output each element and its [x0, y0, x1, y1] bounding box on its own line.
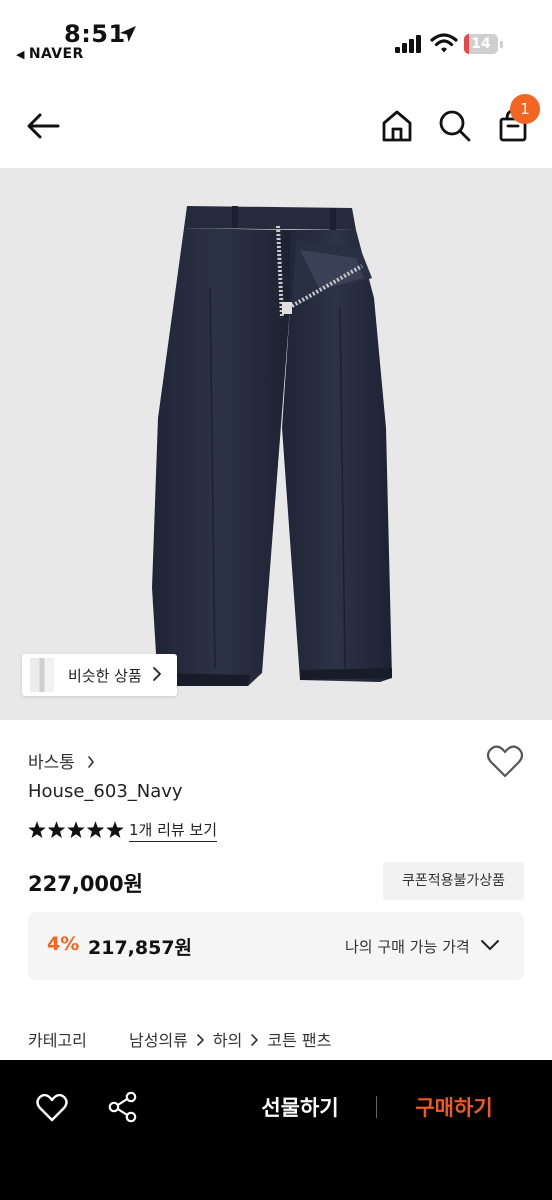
category-item[interactable]: 하의	[213, 1031, 242, 1050]
review-link[interactable]: 1개 리뷰 보기	[129, 819, 218, 842]
star-icon	[28, 821, 46, 838]
star-icon	[106, 821, 124, 838]
share-icon[interactable]	[107, 1091, 139, 1123]
chevron-down-icon	[481, 940, 499, 950]
wifi-icon	[430, 33, 458, 53]
chevron-right-icon	[88, 756, 95, 768]
back-arrow-icon[interactable]	[24, 108, 64, 144]
back-to-app-link[interactable]: ◀ NAVER	[16, 46, 84, 62]
my-price: 217,857원	[88, 937, 193, 959]
status-time: 8:51	[64, 20, 126, 48]
location-arrow-icon	[120, 26, 136, 42]
wishlist-heart-icon[interactable]	[486, 744, 524, 780]
star-icon	[47, 821, 66, 838]
pants-illustration	[152, 206, 392, 686]
similar-product-thumbnail	[30, 658, 54, 692]
bottom-action-bar: 선물하기 구매하기	[0, 1060, 552, 1200]
battery-level: 14	[471, 36, 491, 52]
chevron-right-icon	[153, 667, 161, 681]
battery-icon: 14	[464, 34, 504, 54]
my-price-dropdown[interactable]: 4% 217,857원 나의 구매 가능 가격	[28, 912, 524, 980]
my-price-label: 나의 구매 가능 가격	[345, 938, 470, 956]
buy-button[interactable]: 구매하기	[394, 1090, 514, 1126]
top-nav-bar	[0, 96, 552, 158]
home-icon[interactable]	[378, 108, 416, 144]
similar-products-label: 비슷한 상품	[68, 667, 142, 685]
status-bar: 8:51 ◀ NAVER 14	[0, 0, 552, 74]
chevron-right-icon	[197, 1034, 204, 1046]
star-icon	[86, 821, 105, 838]
divider	[376, 1096, 377, 1118]
search-icon[interactable]	[436, 108, 474, 144]
chevron-right-icon	[251, 1034, 259, 1046]
heart-icon[interactable]	[36, 1093, 68, 1123]
cellular-signal-icon	[395, 35, 421, 53]
discount-rate: 4%	[47, 933, 80, 955]
product-image[interactable]	[0, 168, 552, 720]
back-app-label: NAVER	[28, 46, 84, 62]
similar-products-button[interactable]: 비슷한 상품	[22, 654, 177, 696]
category-breadcrumb: 남성의류 하의 코튼 팬츠	[129, 1027, 331, 1051]
product-name: House_603_Navy	[28, 781, 183, 802]
category-label: 카테고리	[28, 1031, 87, 1050]
category-item[interactable]: 남성의류	[129, 1031, 188, 1050]
category-item[interactable]: 코튼 팬츠	[267, 1031, 331, 1050]
brand-link[interactable]: 바스통	[28, 748, 96, 773]
coupon-unavailable-tag: 쿠폰적용불가상품	[383, 862, 524, 900]
cart-count-badge: 1	[510, 94, 540, 124]
rating-stars	[28, 821, 124, 838]
brand-name: 바스통	[28, 753, 75, 773]
gift-button[interactable]: 선물하기	[240, 1090, 360, 1126]
product-price: 227,000원	[28, 872, 143, 896]
star-icon	[67, 821, 85, 838]
